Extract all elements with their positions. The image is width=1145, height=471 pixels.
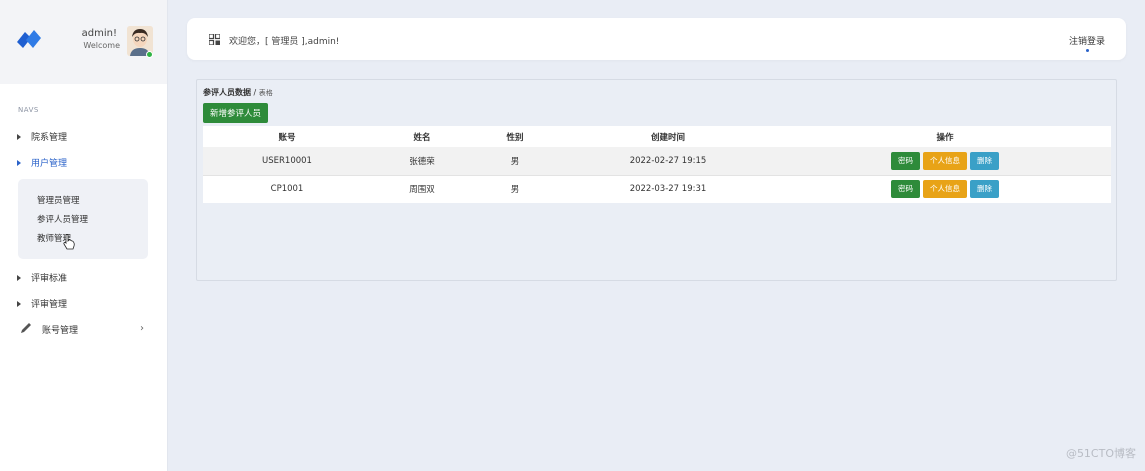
column-header-created[interactable]: 创建时间	[557, 126, 779, 147]
user-welcome: Welcome	[83, 41, 120, 50]
caret-right-icon	[17, 133, 21, 140]
breadcrumb-main: 参评人员数据	[203, 88, 251, 97]
cell-gender: 男	[473, 147, 557, 175]
cell-account: CP1001	[203, 174, 371, 203]
sidebar-item-label: 院系管理	[31, 133, 68, 143]
navs-title: NAVS	[18, 106, 39, 114]
profile-button[interactable]: 个人信息	[923, 180, 967, 199]
column-header-name[interactable]: 姓名	[371, 126, 473, 147]
pencil-icon	[21, 323, 31, 333]
column-header-account[interactable]: 账号	[203, 126, 371, 147]
participants-panel: 参评人员数据 / 表格 新增参评人员 账号 姓名 性别 创建时间 操作 USER…	[196, 79, 1117, 281]
sidebar-item-label: 评审管理	[31, 300, 68, 310]
sidebar-item-accounts[interactable]: 账号管理	[42, 323, 78, 336]
password-button[interactable]: 密码	[891, 180, 920, 199]
caret-right-icon	[17, 300, 21, 307]
sidebar-item-users[interactable]: 用户管理	[17, 156, 67, 169]
cell-gender: 男	[473, 174, 557, 203]
sidebar-item-label: 用户管理	[31, 159, 68, 169]
sidebar-item-criteria[interactable]: 评审标准	[17, 271, 67, 284]
chevron-right-icon[interactable]: ›	[140, 323, 144, 334]
cell-created: 2022-02-27 19:15	[557, 147, 779, 175]
submenu-item-participants[interactable]: 参评人员管理	[37, 213, 88, 225]
password-button[interactable]: 密码	[891, 151, 920, 170]
hand-cursor-icon	[63, 234, 75, 250]
table-row: CP1001 周围双 男 2022-03-27 19:31 密码 个人信息 删除	[203, 174, 1111, 203]
cell-account: USER10001	[203, 147, 371, 175]
cell-name: 张德荣	[371, 147, 473, 175]
delete-button[interactable]: 删除	[970, 151, 999, 170]
cell-created: 2022-03-27 19:31	[557, 174, 779, 203]
sidebar-item-label: 评审标准	[31, 274, 68, 284]
cell-actions: 密码 个人信息 删除	[779, 147, 1111, 175]
profile-button[interactable]: 个人信息	[923, 151, 967, 170]
caret-right-icon	[17, 159, 21, 166]
cell-name: 周围双	[371, 174, 473, 203]
sidebar: admin! Welcome NAVS 院系管理 用户管理 管理员管理 参评人员…	[0, 0, 168, 471]
table-header-row: 账号 姓名 性别 创建时间 操作	[203, 126, 1111, 147]
sidebar-item-department[interactable]: 院系管理	[17, 130, 67, 143]
user-name: admin!	[81, 28, 117, 39]
watermark: @51CTO博客	[1065, 447, 1136, 460]
online-status-dot	[146, 51, 153, 58]
column-header-actions: 操作	[779, 126, 1111, 147]
participants-table: 账号 姓名 性别 创建时间 操作 USER10001 张德荣 男 2022-02…	[203, 126, 1111, 203]
grid-icon[interactable]	[209, 34, 220, 45]
users-submenu: 管理员管理 参评人员管理 教师管理	[18, 179, 148, 259]
breadcrumb: 参评人员数据 / 表格	[203, 87, 273, 98]
logout-indicator	[1086, 49, 1089, 52]
column-header-gender[interactable]: 性别	[473, 126, 557, 147]
breadcrumb-separator: /	[251, 88, 259, 97]
logout-link[interactable]: 注销登录	[1069, 34, 1105, 47]
add-participant-button[interactable]: 新增参评人员	[203, 103, 269, 123]
logo-icon	[17, 30, 41, 48]
sidebar-header: admin! Welcome	[0, 0, 167, 84]
cell-actions: 密码 个人信息 删除	[779, 174, 1111, 203]
delete-button[interactable]: 删除	[970, 180, 999, 199]
submenu-item-admins[interactable]: 管理员管理	[37, 194, 80, 206]
breadcrumb-sub: 表格	[258, 89, 273, 97]
caret-right-icon	[17, 274, 21, 281]
top-header: 欢迎您，[ 管理员 ],admin! 注销登录	[187, 18, 1126, 60]
sidebar-item-review[interactable]: 评审管理	[17, 297, 67, 310]
welcome-message: 欢迎您，[ 管理员 ],admin!	[229, 37, 340, 47]
table-row: USER10001 张德荣 男 2022-02-27 19:15 密码 个人信息…	[203, 147, 1111, 175]
